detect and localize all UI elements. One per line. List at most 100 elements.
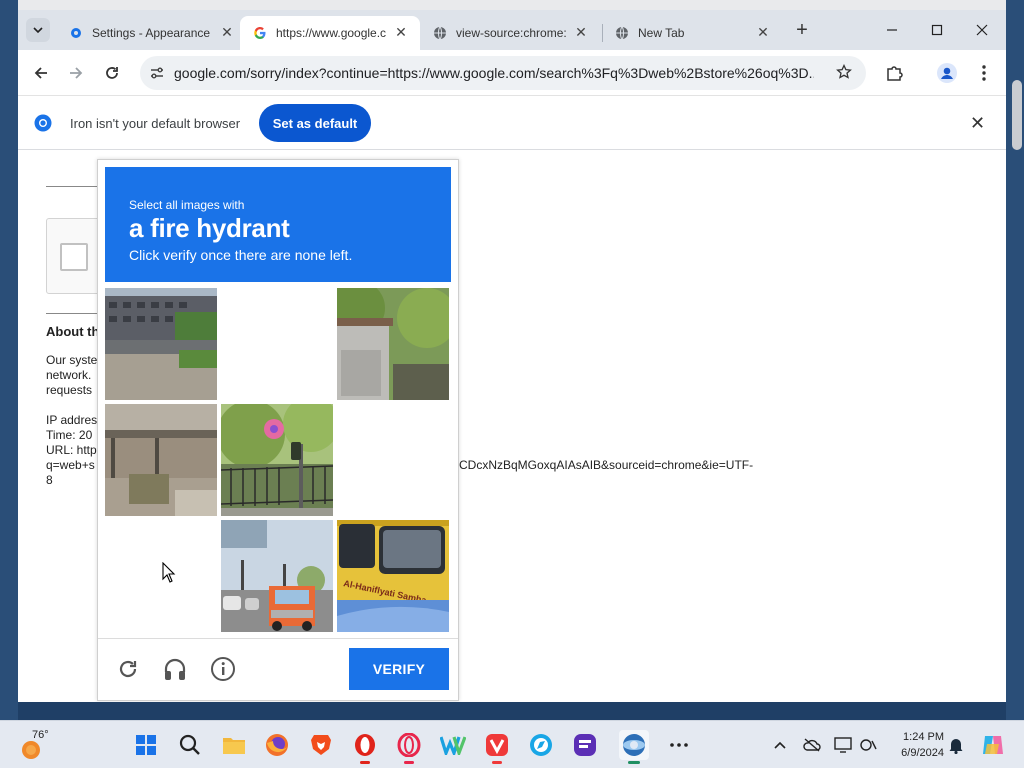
mouse-cursor-icon (162, 562, 176, 583)
address-bar[interactable]: google.com/sorry/index?continue=https://… (140, 56, 866, 90)
url-line: 8 (46, 473, 53, 487)
image-tile-blank[interactable] (105, 520, 217, 632)
file-explorer-button[interactable] (219, 730, 249, 760)
challenge-target: a fire hydrant (129, 213, 290, 243)
network-tray-icon[interactable] (858, 735, 878, 755)
tab-strip: Settings - Appearance ✕ https://www.goog… (18, 10, 1006, 50)
maxthon-button[interactable] (526, 730, 556, 760)
weather-widget[interactable]: 76° (20, 729, 70, 761)
wavebox-button[interactable] (438, 730, 468, 760)
profile-button[interactable] (936, 62, 958, 84)
set-as-default-button[interactable]: Set as default (259, 104, 371, 142)
image-tile[interactable] (221, 404, 333, 516)
start-button[interactable] (131, 730, 161, 760)
running-indicator (628, 761, 640, 764)
opera-button[interactable] (350, 730, 380, 764)
brave-lion-icon (311, 735, 331, 755)
iron-browser-button[interactable] (619, 730, 649, 764)
recaptcha-checkbox[interactable] (60, 243, 88, 271)
close-tab-icon[interactable]: ✕ (392, 24, 410, 41)
wavebox-w-icon (440, 736, 466, 755)
floorp-button[interactable] (570, 730, 600, 760)
notifications-button[interactable] (946, 735, 966, 755)
brave-button[interactable] (306, 730, 336, 760)
copilot-button[interactable] (980, 733, 1006, 757)
tab-new-tab[interactable]: New Tab ✕ (602, 16, 782, 50)
close-window-button[interactable] (972, 20, 992, 40)
site-info-icon[interactable] (140, 65, 174, 81)
close-infobar-icon[interactable]: ✕ (970, 113, 985, 134)
info-button[interactable] (209, 655, 237, 683)
taskbar: 76° 1:24 PM 6/9/2024 (0, 720, 1024, 768)
firefox-button[interactable] (262, 730, 292, 760)
google-g-icon (252, 25, 268, 41)
iron-logo-icon (34, 114, 52, 132)
paragraph-line: requests (46, 383, 93, 397)
image-tile[interactable] (105, 288, 217, 400)
taskbar-search-button[interactable] (175, 730, 205, 760)
image-tile[interactable]: Al-Haniflyati Samha (337, 520, 449, 632)
reload-challenge-button[interactable] (114, 655, 142, 683)
more-apps-button[interactable] (664, 730, 694, 760)
challenge-header: Select all images with a fire hydrant Cl… (105, 167, 451, 282)
system-clock[interactable]: 1:24 PM 6/9/2024 (888, 729, 944, 761)
show-hidden-icons-button[interactable] (770, 735, 790, 755)
close-tab-icon[interactable]: ✕ (218, 24, 236, 41)
info-icon (211, 657, 235, 681)
kebab-menu-icon (982, 65, 986, 81)
infobar-message: Iron isn't your default browser (70, 116, 241, 131)
running-indicator (404, 761, 414, 764)
kiosk-trees-image (337, 288, 449, 400)
image-tile[interactable] (337, 288, 449, 400)
reload-icon (119, 660, 137, 678)
close-tab-icon[interactable]: ✕ (572, 24, 590, 41)
onedrive-tray-icon[interactable] (802, 735, 822, 755)
tab-title: view-source:chrome:// (456, 26, 566, 40)
challenge-instruction: Select all images with (129, 198, 245, 212)
roadside-shelter-image (105, 404, 217, 516)
display-tray-icon[interactable] (833, 735, 853, 755)
arrow-right-icon (70, 67, 83, 79)
minimize-button[interactable] (882, 20, 902, 40)
url-line: URL: http (46, 443, 97, 457)
verify-button[interactable]: VERIFY (349, 648, 449, 690)
opera-gx-button[interactable] (394, 730, 424, 764)
opera-gx-icon (397, 733, 421, 757)
firefox-icon (266, 734, 288, 756)
paragraph-line: network. (46, 368, 92, 382)
desktop-scrollbar[interactable] (1012, 80, 1022, 150)
image-tile[interactable] (221, 520, 333, 632)
desktop-background (0, 0, 18, 720)
traffic-light-fence-image (221, 404, 333, 516)
minimize-icon (887, 29, 897, 31)
reload-button[interactable] (101, 62, 123, 84)
url-text[interactable]: google.com/sorry/index?continue=https://… (174, 65, 814, 81)
tab-title: New Tab (638, 26, 685, 40)
image-tile-blank[interactable] (221, 288, 333, 400)
about-heading: About th (46, 324, 100, 339)
close-tab-icon[interactable]: ✕ (754, 24, 772, 41)
apartment-building-image (105, 288, 217, 400)
new-tab-button[interactable]: + (792, 20, 812, 40)
image-tile-blank[interactable] (337, 404, 449, 516)
browser-window: Settings - Appearance ✕ https://www.goog… (18, 10, 1006, 702)
extensions-button[interactable] (883, 62, 905, 84)
tab-title: Settings - Appearance (92, 26, 210, 40)
tab-settings[interactable]: Settings - Appearance ✕ (56, 16, 246, 50)
floorp-icon (574, 734, 596, 756)
image-tile[interactable] (105, 404, 217, 516)
forward-button[interactable] (65, 62, 87, 84)
maximize-button[interactable] (927, 20, 947, 40)
bookmark-star-icon[interactable] (836, 63, 852, 85)
tab-view-source[interactable]: view-source:chrome:// ✕ (420, 16, 600, 50)
audio-challenge-button[interactable] (161, 655, 189, 683)
running-indicator (360, 761, 370, 764)
vivaldi-button[interactable] (482, 730, 512, 764)
compass-icon (530, 734, 552, 756)
recaptcha-challenge: Select all images with a fire hydrant Cl… (97, 159, 459, 701)
tab-search-button[interactable] (26, 18, 50, 42)
tab-google-sorry[interactable]: https://www.google.com/sorry/index ✕ (240, 16, 420, 50)
menu-button[interactable] (973, 62, 995, 84)
back-button[interactable] (30, 62, 52, 84)
desktop-background-right (1006, 0, 1024, 720)
